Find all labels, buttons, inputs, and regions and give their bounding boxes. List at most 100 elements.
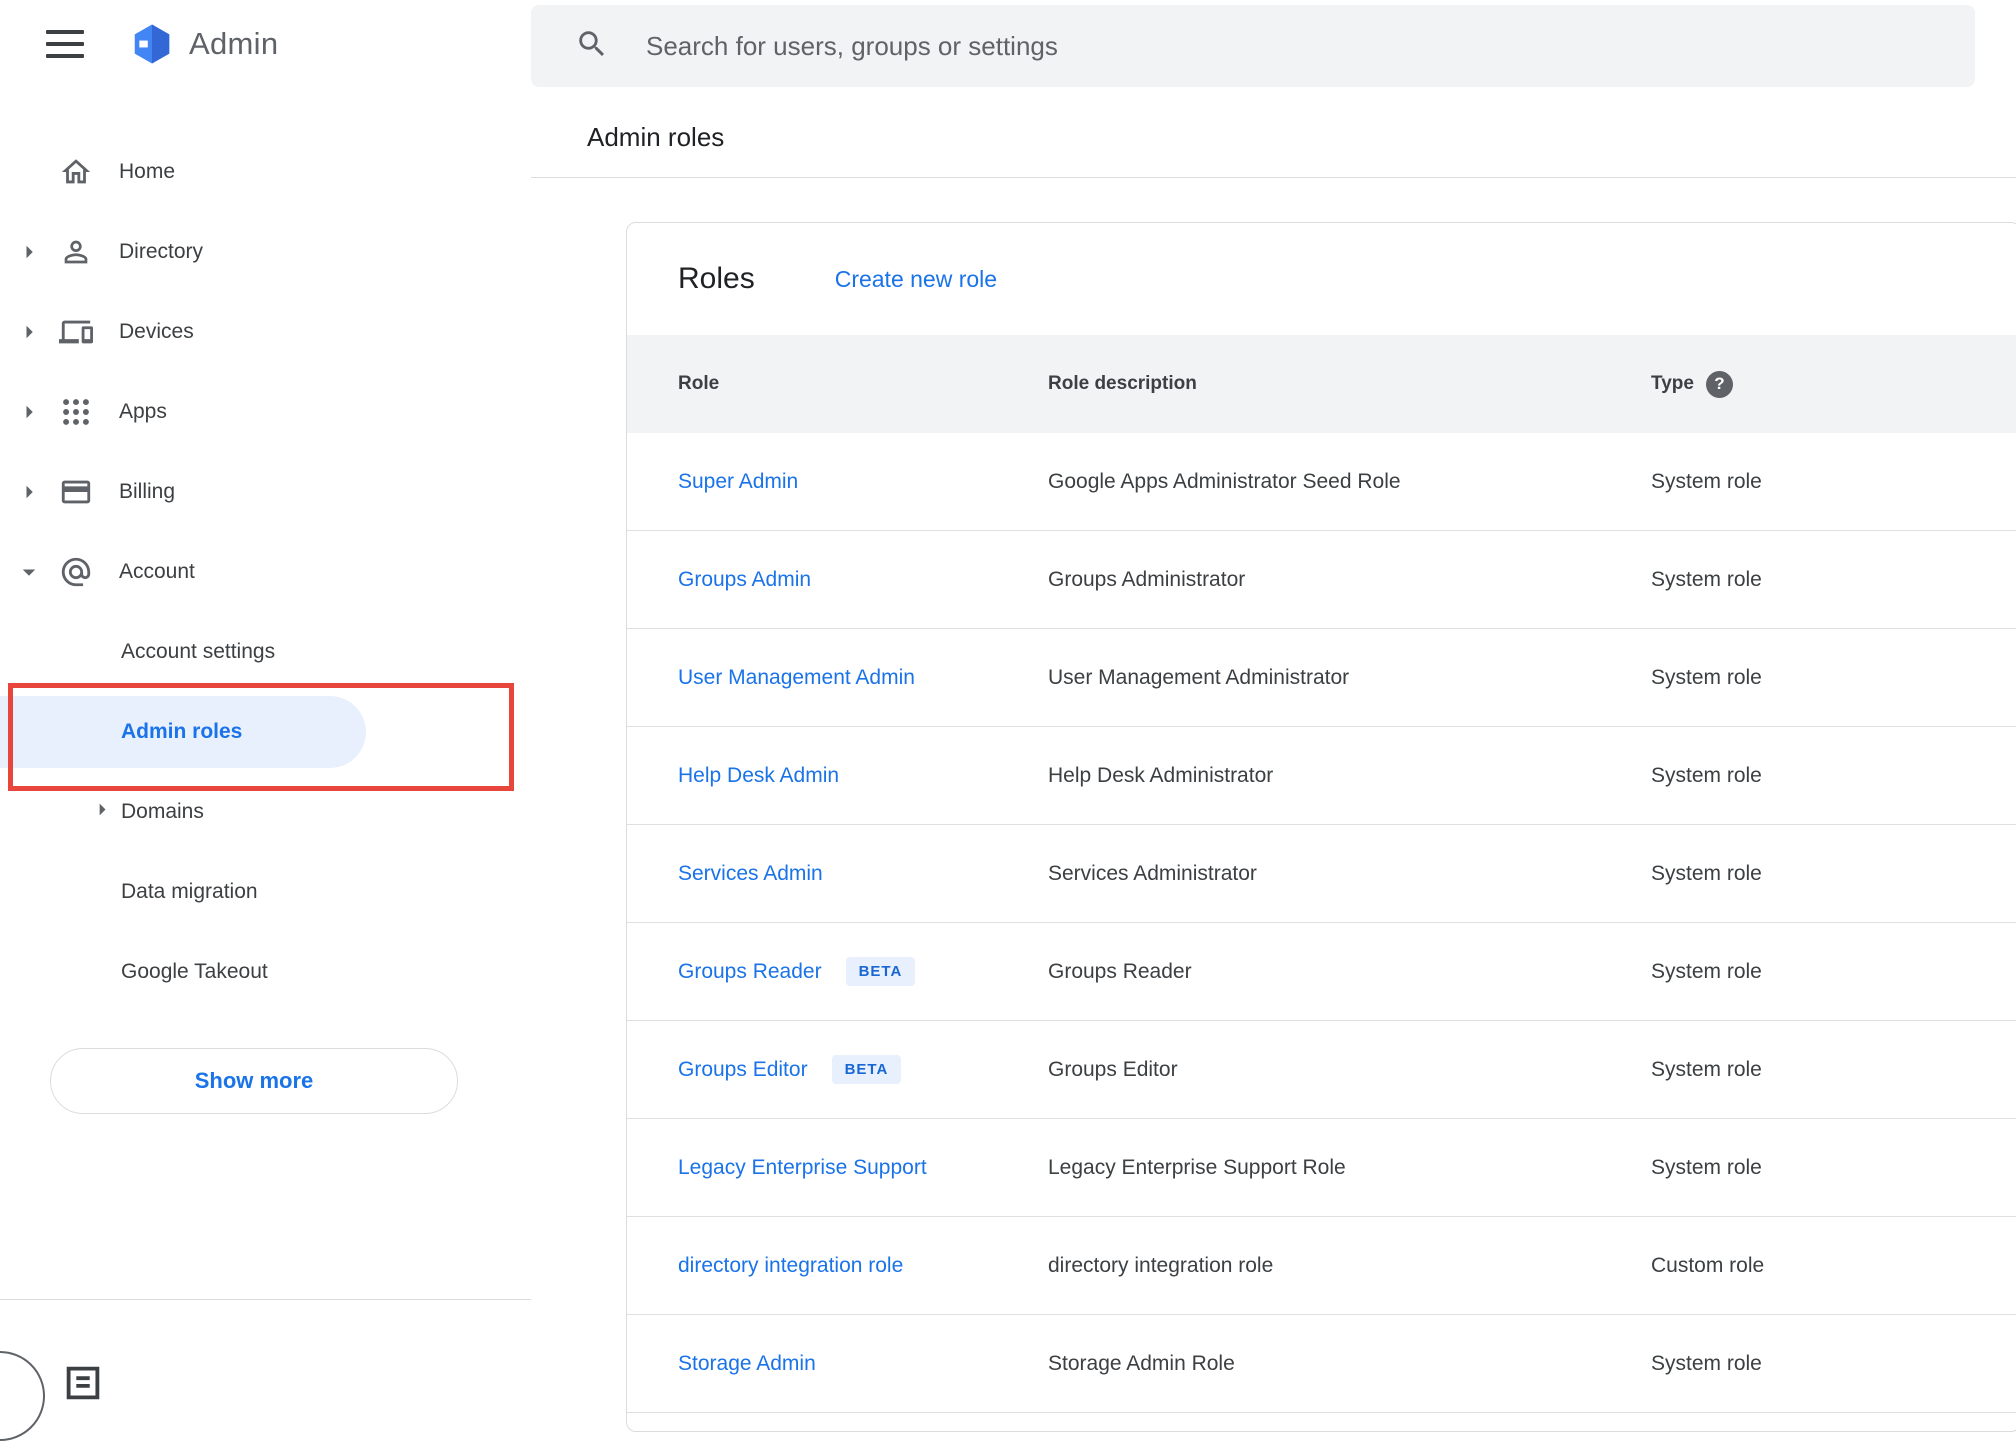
roles-card: Roles Create new role Role Role descript… [626, 222, 2016, 1432]
table-row-help-desk-admin: Help Desk Admin Help Desk Administrator … [627, 727, 2016, 825]
role-description: directory integration role [1048, 1253, 1274, 1277]
beta-badge: BETA [831, 1055, 902, 1084]
table-row-super-admin: Super Admin Google Apps Administrator Se… [627, 433, 2016, 531]
role-description: Groups Reader [1048, 959, 1192, 983]
role-type: System role [1651, 959, 1762, 983]
sidebar-item-label: Account settings [121, 640, 276, 663]
home-icon [54, 150, 98, 194]
app-title: Admin [189, 26, 279, 61]
role-type: System role [1651, 469, 1762, 493]
chevron-right-icon[interactable] [88, 796, 116, 829]
partial-bottom-icon [60, 1360, 106, 1411]
search-input[interactable] [646, 30, 1846, 62]
role-type: System role [1651, 665, 1762, 689]
role-link[interactable]: directory integration role [678, 1254, 903, 1278]
table-row-storage-admin: Storage Admin Storage Admin Role System … [627, 1315, 2016, 1413]
role-link[interactable]: Help Desk Admin [678, 764, 839, 788]
table-header-row: Role Role description Type ? [627, 335, 2016, 433]
admin-logo: Admin [129, 21, 278, 67]
create-new-role-link[interactable]: Create new role [835, 266, 997, 293]
column-header-description: Role description [1048, 373, 1197, 394]
role-link[interactable]: User Management Admin [678, 666, 915, 690]
role-description: Storage Admin Role [1048, 1351, 1235, 1375]
sidebar-item-label: Directory [119, 240, 204, 263]
sidebar-item-label: Google Takeout [121, 960, 268, 983]
role-link[interactable]: Legacy Enterprise Support [678, 1156, 927, 1180]
chevron-right-icon[interactable] [14, 477, 44, 507]
sidebar-item-google-takeout[interactable]: Google Takeout [0, 932, 531, 1012]
role-description: Legacy Enterprise Support Role [1048, 1155, 1346, 1179]
sidebar-item-apps[interactable]: Apps [0, 372, 531, 452]
table-row-directory-integration-role: directory integration role directory int… [627, 1217, 2016, 1315]
role-description: User Management Administrator [1048, 665, 1350, 689]
role-type: System role [1651, 1155, 1762, 1179]
role-type: Custom role [1651, 1253, 1765, 1277]
divider [531, 177, 2016, 178]
sidebar-item-label: Apps [119, 400, 167, 423]
role-description: Services Administrator [1048, 861, 1257, 885]
credit-card-icon [54, 470, 98, 514]
at-sign-icon [54, 550, 98, 594]
help-icon[interactable]: ? [1705, 370, 1733, 398]
role-description: Groups Editor [1048, 1057, 1178, 1081]
divider [0, 1299, 531, 1300]
table-row-services-admin: Services Admin Services Administrator Sy… [627, 825, 2016, 923]
sidebar-item-label: Billing [119, 480, 176, 503]
sidebar-item-billing[interactable]: Billing [0, 452, 531, 532]
chevron-right-icon[interactable] [14, 317, 44, 347]
sidebar-item-label: Account [119, 560, 195, 583]
sidebar-nav: Home Directory Devices Apps Billing Acco… [0, 132, 531, 1012]
table-row-groups-reader: Groups Reader BETA Groups Reader System … [627, 923, 2016, 1021]
table-row-groups-admin: Groups Admin Groups Administrator System… [627, 531, 2016, 629]
role-link[interactable]: Super Admin [678, 470, 798, 494]
search-icon [575, 27, 609, 66]
card-title: Roles [678, 262, 755, 295]
devices-icon [54, 310, 98, 354]
search-bar [531, 5, 1975, 87]
apps-grid-icon [54, 390, 98, 434]
sidebar-item-home[interactable]: Home [0, 132, 531, 212]
main-content: Admin roles Roles Create new role Role R… [531, 0, 2016, 1432]
sidebar-item-admin-roles[interactable]: Admin roles [0, 692, 531, 772]
role-link[interactable]: Services Admin [678, 862, 823, 886]
sidebar-item-account-settings[interactable]: Account settings [0, 612, 531, 692]
sidebar-item-label: Admin roles [121, 720, 243, 743]
role-type: System role [1651, 1057, 1762, 1081]
breadcrumb: Admin roles [587, 122, 725, 152]
sidebar-item-label: Data migration [121, 880, 258, 903]
partial-circle-decoration [0, 1351, 45, 1441]
sidebar-item-label: Domains [121, 800, 204, 823]
sidebar-item-devices[interactable]: Devices [0, 292, 531, 372]
chevron-right-icon[interactable] [14, 397, 44, 427]
role-link[interactable]: Groups Reader [678, 960, 822, 984]
sidebar-item-domains[interactable]: Domains [0, 772, 531, 852]
column-header-type: Type ? [1651, 370, 2016, 398]
card-header: Roles Create new role [627, 223, 2016, 335]
sidebar-item-directory[interactable]: Directory [0, 212, 531, 292]
sidebar: Admin Home Directory Devices Apps Billin… [0, 0, 531, 1441]
menu-icon[interactable] [46, 30, 84, 58]
role-type: System role [1651, 763, 1762, 787]
show-more-button[interactable]: Show more [50, 1048, 458, 1114]
role-link[interactable]: Groups Editor [678, 1058, 808, 1082]
role-description: Help Desk Administrator [1048, 763, 1274, 787]
chevron-down-icon[interactable] [14, 557, 44, 587]
sidebar-item-account[interactable]: Account [0, 532, 531, 612]
sidebar-header: Admin [0, 0, 531, 88]
beta-badge: BETA [845, 957, 916, 986]
role-type: System role [1651, 861, 1762, 885]
table-row-user-management-admin: User Management Admin User Management Ad… [627, 629, 2016, 727]
chevron-right-icon[interactable] [14, 237, 44, 267]
role-link[interactable]: Storage Admin [678, 1352, 816, 1376]
role-type: System role [1651, 567, 1762, 591]
role-link[interactable]: Groups Admin [678, 568, 811, 592]
admin-hexagon-icon [134, 24, 170, 64]
sidebar-item-data-migration[interactable]: Data migration [0, 852, 531, 932]
role-description: Groups Administrator [1048, 567, 1246, 591]
sidebar-item-label: Home [119, 160, 176, 183]
table-row-groups-editor: Groups Editor BETA Groups Editor System … [627, 1021, 2016, 1119]
sidebar-item-label: Devices [119, 320, 194, 343]
person-icon [54, 230, 98, 274]
role-type: System role [1651, 1351, 1762, 1375]
